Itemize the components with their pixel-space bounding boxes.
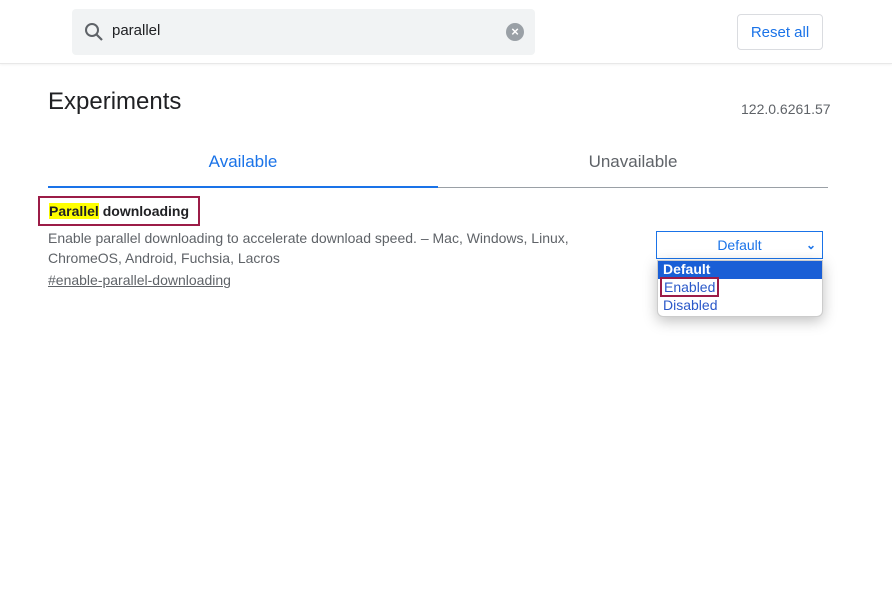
experiment-title-rest: downloading xyxy=(98,203,190,219)
option-disabled[interactable]: Disabled xyxy=(658,297,822,315)
search-box[interactable]: × xyxy=(72,9,535,55)
tab-available[interactable]: Available xyxy=(48,152,438,172)
version-label: 122.0.6261.57 xyxy=(741,101,831,117)
clear-icon[interactable]: × xyxy=(506,23,524,41)
experiment-link[interactable]: #enable-parallel-downloading xyxy=(48,272,231,288)
tab-bar: Available Unavailable xyxy=(48,140,828,188)
search-icon xyxy=(85,23,103,41)
page-title: Experiments xyxy=(48,88,182,115)
select-value: Default xyxy=(717,237,762,253)
search-highlight: Parallel xyxy=(49,203,99,219)
reset-all-button[interactable]: Reset all xyxy=(737,14,823,50)
chevron-down-icon: ⌄ xyxy=(805,238,816,252)
experiment-select[interactable]: Default ⌄ xyxy=(656,231,823,259)
search-input[interactable] xyxy=(112,22,492,39)
header: × Reset all xyxy=(0,0,892,64)
active-tab-indicator xyxy=(48,186,438,188)
experiment-title: Parallel downloading xyxy=(38,196,201,226)
tab-unavailable[interactable]: Unavailable xyxy=(438,152,828,172)
select-dropdown: Default Enabled Disabled xyxy=(657,260,823,317)
option-enabled-label: Enabled xyxy=(660,277,720,297)
option-enabled[interactable]: Enabled xyxy=(658,277,822,297)
experiment-description: Enable parallel downloading to accelerat… xyxy=(48,230,569,266)
